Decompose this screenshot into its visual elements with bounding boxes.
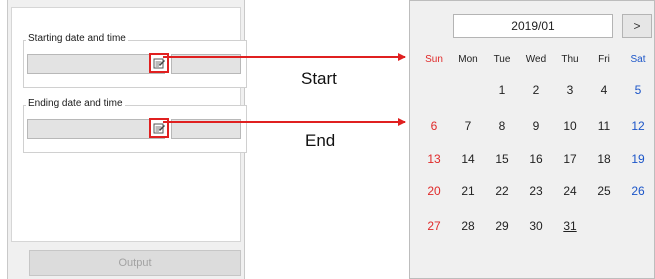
calendar-day[interactable]: 29: [485, 216, 519, 236]
calendar-week-2: 6 7 8 9 10 11 12: [417, 116, 655, 136]
calendar-edit-icon: [153, 123, 165, 134]
calendar-day[interactable]: 22: [485, 181, 519, 201]
calendar-day[interactable]: 25: [587, 181, 621, 201]
calendar-day: [621, 216, 655, 236]
settings-panel: Starting date and time Ending date and t…: [7, 0, 247, 279]
weekday-sat: Sat: [630, 54, 646, 65]
weekday-sun: Sun: [425, 54, 443, 65]
calendar-day[interactable]: 10: [553, 116, 587, 136]
settings-panel-body: Starting date and time Ending date and t…: [11, 7, 247, 242]
starting-date-group-title: Starting date and time: [26, 33, 128, 44]
calendar-day[interactable]: 18: [587, 149, 621, 169]
output-button[interactable]: Output: [29, 250, 241, 276]
calendar-day[interactable]: 15: [485, 149, 519, 169]
calendar-day[interactable]: 2: [519, 80, 553, 100]
calendar-day[interactable]: 23: [519, 181, 553, 201]
calendar-week-5: 27 28 29 30 31: [417, 216, 655, 236]
calendar-day[interactable]: 8: [485, 116, 519, 136]
ending-date-calendar-button[interactable]: [149, 118, 169, 138]
calendar-day[interactable]: 9: [519, 116, 553, 136]
calendar-day[interactable]: 17: [553, 149, 587, 169]
calendar-day[interactable]: 27: [417, 216, 451, 236]
weekday-wed: Wed: [525, 54, 547, 65]
calendar-day: [587, 216, 621, 236]
calendar-day[interactable]: 24: [553, 181, 587, 201]
end-annotation-label: End: [305, 131, 336, 150]
calendar-day[interactable]: 1: [485, 80, 519, 100]
ending-date-group-title: Ending date and time: [26, 98, 125, 109]
starting-date-group: Starting date and time: [23, 33, 247, 88]
calendar-day[interactable]: 7: [451, 116, 485, 136]
calendar-day[interactable]: 28: [451, 216, 485, 236]
next-month-button[interactable]: >: [622, 14, 652, 38]
calendar-day[interactable]: 30: [519, 216, 553, 236]
ending-time-field[interactable]: [171, 119, 241, 139]
weekday-tue: Tue: [493, 54, 511, 65]
month-year-display[interactable]: 2019/01: [453, 14, 613, 38]
calendar-day[interactable]: 14: [451, 149, 485, 169]
calendar-day-selected[interactable]: 31: [553, 216, 587, 236]
calendar-week-3: 13 14 15 16 17 18 19: [417, 149, 655, 169]
weekday-thu: Thu: [561, 54, 579, 65]
calendar-day: [451, 80, 485, 100]
calendar-day[interactable]: 11: [587, 116, 621, 136]
calendar-day[interactable]: 13: [417, 149, 451, 169]
calendar-day[interactable]: 3: [553, 80, 587, 100]
calendar-day[interactable]: 4: [587, 80, 621, 100]
ending-date-field[interactable]: [27, 119, 165, 139]
calendar-edit-icon: [153, 58, 165, 69]
starting-time-field[interactable]: [171, 54, 241, 74]
weekday-header: Sun Mon Tue Wed Thu Fri Sat: [417, 54, 655, 70]
calendar-day[interactable]: 6: [417, 116, 451, 136]
calendar-day: [417, 80, 451, 100]
weekday-mon: Mon: [458, 54, 478, 65]
weekday-fri: Fri: [598, 54, 610, 65]
ending-date-group: Ending date and time: [23, 98, 247, 153]
calendar-day[interactable]: 5: [621, 80, 655, 100]
calendar-popup: 2019/01 > Sun Mon Tue Wed Thu Fri Sat 1 …: [409, 0, 655, 279]
calendar-day[interactable]: 16: [519, 149, 553, 169]
starting-date-calendar-button[interactable]: [149, 53, 169, 73]
start-annotation-label: Start: [301, 69, 337, 88]
calendar-day[interactable]: 12: [621, 116, 655, 136]
calendar-day[interactable]: 19: [621, 149, 655, 169]
starting-date-field[interactable]: [27, 54, 165, 74]
calendar-week-4: 20 21 22 23 24 25 26: [417, 181, 655, 201]
calendar-day[interactable]: 26: [621, 181, 655, 201]
calendar-week-1: 1 2 3 4 5: [417, 80, 655, 100]
calendar-day[interactable]: 21: [451, 181, 485, 201]
calendar-day[interactable]: 20: [417, 181, 451, 201]
